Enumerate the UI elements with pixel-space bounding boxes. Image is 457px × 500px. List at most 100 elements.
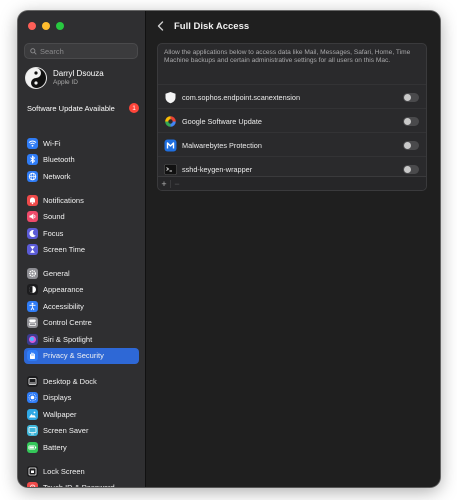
wifi-icon [27, 137, 38, 149]
sidebar-item-bluetooth[interactable]: Bluetooth [24, 152, 139, 169]
sidebar-item-general[interactable]: General [24, 265, 139, 282]
screensaver-icon [27, 425, 38, 437]
globe-icon [27, 170, 38, 182]
control-centre-icon [27, 317, 38, 329]
sidebar-item-label: Battery [43, 442, 67, 452]
search-icon [30, 47, 37, 55]
sidebar-item-label: Notifications [43, 195, 84, 205]
add-app-button[interactable]: + [158, 178, 170, 190]
sidebar-item-battery[interactable]: Battery [24, 439, 139, 456]
remove-app-button[interactable]: − [171, 178, 183, 190]
sidebar-group: General Appearance Accessibility Control Ce… [24, 265, 139, 364]
sidebar-item-label: Touch ID & Password [43, 483, 115, 487]
sidebar-item-wallpaper[interactable]: Wallpaper [24, 406, 139, 423]
zoom-window-button[interactable] [56, 22, 64, 30]
sidebar-item-label: Siri & Spotlight [43, 334, 93, 344]
search-input[interactable] [37, 46, 133, 56]
settings-window: Darryl Dsouza Apple ID Software Update A… [18, 11, 440, 487]
sidebar-item-desktop-dock[interactable]: Desktop & Dock [24, 373, 139, 390]
shield-icon [164, 91, 177, 104]
page-title: Full Disk Access [174, 21, 250, 32]
full-disk-access-panel: Allow the applications below to access d… [157, 43, 427, 191]
app-row-sophos: com.sophos.endpoint.scanextension [158, 84, 426, 109]
sidebar-item-label: Bluetooth [43, 155, 75, 165]
sidebar-item-displays[interactable]: Displays [24, 390, 139, 407]
sidebar-item-privacy-security[interactable]: Privacy & Security [24, 347, 139, 364]
sidebar-group: Wi-Fi Bluetooth Network [24, 135, 139, 185]
sidebar: Darryl Dsouza Apple ID Software Update A… [18, 11, 146, 487]
sidebar-item-notifications[interactable]: Notifications [24, 192, 139, 209]
sidebar-item-label: Network [43, 171, 71, 181]
battery-icon [27, 441, 38, 453]
sidebar-item-label: Displays [43, 393, 72, 403]
dock-icon [27, 375, 38, 387]
lock-screen-icon [27, 465, 38, 477]
sidebar-item-wi-fi[interactable]: Wi-Fi [24, 135, 139, 152]
sidebar-item-screen-time[interactable]: Screen Time [24, 242, 139, 259]
app-name: Malwarebytes Protection [182, 140, 262, 150]
account-name: Darryl Dsouza [53, 69, 104, 78]
malwarebytes-icon [164, 139, 177, 152]
access-toggle[interactable] [403, 92, 419, 102]
sidebar-group: Lock Screen Touch ID & Password [24, 463, 139, 487]
speaker-icon [27, 211, 38, 223]
wallpaper-icon [27, 408, 38, 420]
sidebar-item-label: Accessibility [43, 301, 84, 311]
window-controls [28, 22, 64, 30]
avatar [25, 67, 47, 89]
hourglass-icon [27, 244, 38, 256]
bluetooth-icon [27, 154, 38, 166]
app-name: Google Software Update [182, 116, 262, 126]
app-name: sshd-keygen-wrapper [182, 164, 253, 174]
sidebar-item-label: Screen Saver [43, 426, 89, 436]
sidebar-item-label: Privacy & Security [43, 351, 104, 361]
description-text: Allow the applications below to access d… [164, 49, 411, 65]
close-window-button[interactable] [28, 22, 36, 30]
sidebar-item-appearance[interactable]: Appearance [24, 282, 139, 299]
google-update-icon [164, 115, 177, 128]
terminal-icon [164, 163, 177, 176]
sidebar-item-label: Wi-Fi [43, 138, 61, 148]
back-chevron-icon[interactable] [155, 20, 167, 32]
sidebar-item-network[interactable]: Network [24, 168, 139, 185]
sidebar-item-siri-spotlight[interactable]: Siri & Spotlight [24, 331, 139, 348]
sidebar-item-touch-id-password[interactable]: Touch ID & Password [24, 480, 139, 487]
sidebar-item-control-centre[interactable]: Control Centre [24, 315, 139, 332]
sidebar-item-sound[interactable]: Sound [24, 209, 139, 226]
accessibility-icon [27, 300, 38, 312]
list-footer: + − [158, 176, 426, 190]
minimize-window-button[interactable] [42, 22, 50, 30]
sidebar-item-label: Lock Screen [43, 466, 85, 476]
access-toggle[interactable] [403, 164, 419, 174]
sidebar-item-label: Focus [43, 228, 64, 238]
sun-icon [27, 392, 38, 404]
software-update-label: Software Update Available [27, 103, 115, 113]
sidebar-item-label: General [43, 268, 70, 278]
sidebar-item-screen-saver[interactable]: Screen Saver [24, 423, 139, 440]
sidebar-item-accessibility[interactable]: Accessibility [24, 298, 139, 315]
sidebar-item-focus[interactable]: Focus [24, 225, 139, 242]
siri-icon [27, 333, 38, 345]
access-toggle[interactable] [403, 140, 419, 150]
access-toggle[interactable] [403, 116, 419, 126]
update-count-badge: 1 [129, 103, 139, 113]
app-name: com.sophos.endpoint.scanextension [182, 92, 301, 102]
apple-id-account[interactable]: Darryl Dsouza Apple ID [25, 67, 104, 89]
appearance-icon [27, 284, 38, 296]
moon-icon [27, 227, 38, 239]
account-subtitle: Apple ID [53, 79, 78, 86]
sidebar-group: Desktop & Dock Displays Wallpaper Screen Sa… [24, 373, 139, 456]
search-field[interactable] [24, 43, 138, 59]
bell-icon [27, 194, 38, 206]
sidebar-group: Notifications Sound Focus Screen Time [24, 192, 139, 258]
hand-icon [27, 350, 38, 362]
sidebar-item-lock-screen[interactable]: Lock Screen [24, 463, 139, 480]
sidebar-item-label: Control Centre [43, 318, 92, 328]
gear-icon [27, 267, 38, 279]
toolbar: Full Disk Access [146, 11, 440, 41]
sidebar-item-label: Wallpaper [43, 409, 77, 419]
software-update-item[interactable]: Software Update Available 1 [27, 103, 139, 113]
sidebar-item-label: Screen Time [43, 245, 86, 255]
sidebar-item-label: Appearance [43, 285, 84, 295]
yin-yang-avatar-icon [26, 68, 46, 88]
